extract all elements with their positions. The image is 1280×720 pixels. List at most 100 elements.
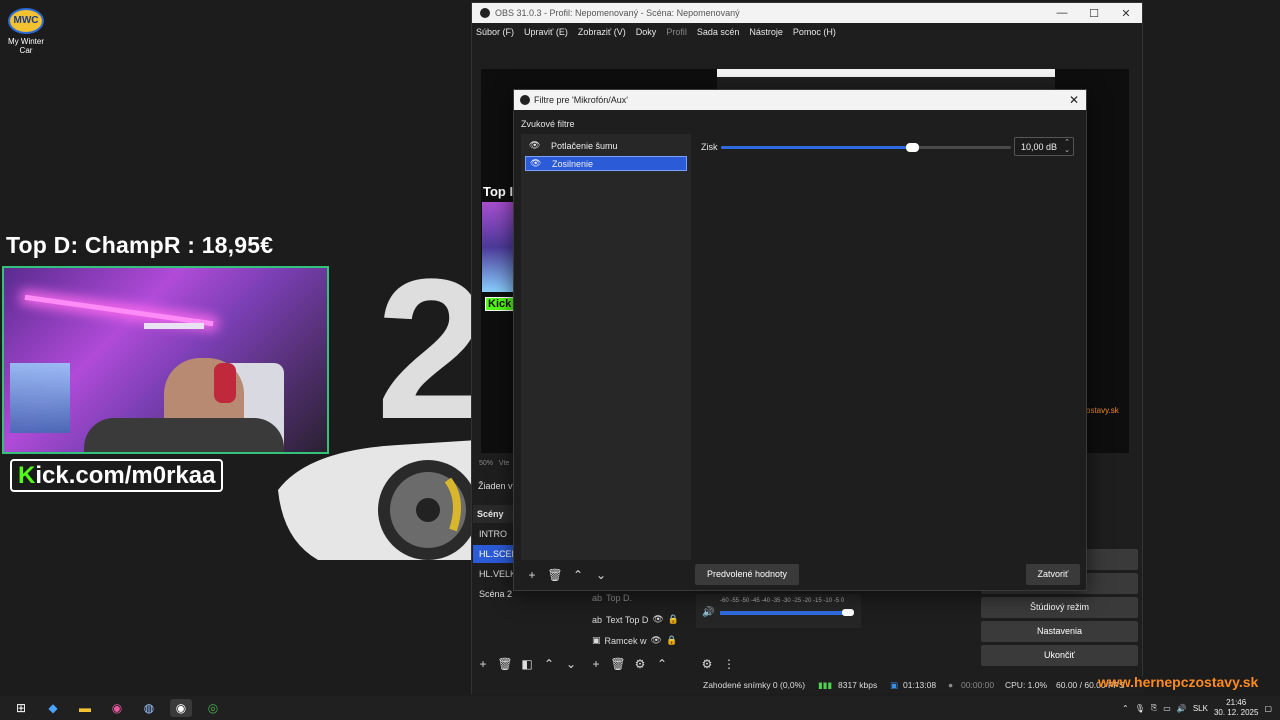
menu-profile[interactable]: Profil xyxy=(666,27,687,37)
mixer-menu-dots-icon[interactable]: ⋮ xyxy=(718,655,740,673)
clock-date: 30. 12. 2025 xyxy=(1213,708,1259,717)
source-label: Text Top D xyxy=(606,614,649,625)
file-explorer-icon[interactable]: ▬ xyxy=(74,699,96,717)
scenes-dock-header: Scény xyxy=(473,505,513,523)
lock-icon[interactable]: 🔒 xyxy=(668,614,679,625)
mixer-toolbar: ⚙ ⋮ xyxy=(696,655,740,673)
scene-item-scena-2[interactable]: Scéna 2 xyxy=(473,585,513,603)
zoom-extra: Vte xyxy=(498,460,510,467)
menu-view[interactable]: Zobraziť (V) xyxy=(578,27,626,37)
stream-icon: ▣ xyxy=(890,680,899,690)
visibility-eye-icon[interactable]: 👁 xyxy=(652,614,663,625)
browser-icon[interactable]: ◉ xyxy=(106,699,128,717)
spin-arrows-icon[interactable]: ⌃ ⌄ xyxy=(1064,139,1070,155)
advanced-audio-gear-icon[interactable]: ⚙ xyxy=(696,655,718,673)
cloud-app-icon[interactable]: ◆ xyxy=(42,699,64,717)
move-filter-up-button[interactable]: ⌃ xyxy=(567,566,589,584)
desktop-shortcut-my-winter-car[interactable]: MWC My Winter Car xyxy=(4,8,48,55)
steam-icon[interactable]: ◍ xyxy=(138,699,160,717)
obs-menubar: Súbor (F) Upraviť (E) Zobraziť (V) Doky … xyxy=(472,23,1142,41)
filter-item-noise-suppression[interactable]: 👁 Potlačenie šumu xyxy=(525,138,687,153)
source-item[interactable]: ab Text Top D 👁 🔒 xyxy=(592,614,679,625)
language-indicator[interactable]: SLK xyxy=(1193,704,1208,713)
gain-spinbox[interactable]: 10,00 dB ⌃ ⌄ xyxy=(1014,137,1074,156)
tray-expand-icon[interactable]: ⌃ xyxy=(1122,704,1129,713)
close-button[interactable]: Zatvoriť xyxy=(1026,564,1080,585)
scene-item-hl-scena[interactable]: HL.SCEN xyxy=(473,545,513,563)
preview-site-label: ostavy.sk xyxy=(1086,406,1119,415)
site-watermark: www.hernepczostavy.sk xyxy=(1098,674,1259,690)
audio-filters-list: 👁 Potlačenie šumu 👁 Zosilnenie xyxy=(521,134,691,560)
notifications-icon[interactable]: ▢ xyxy=(1264,704,1272,713)
network-icon[interactable]: ▭ xyxy=(1163,704,1171,713)
defaults-button[interactable]: Predvolené hodnoty xyxy=(695,564,799,585)
remove-scene-button[interactable]: 🗑 xyxy=(494,655,516,673)
move-scene-down-button[interactable]: ⌄ xyxy=(560,655,582,673)
dropped-frames-text: Zahodené snímky 0 (0,0%) xyxy=(703,680,806,690)
move-source-up-button[interactable]: ⌃ xyxy=(651,655,673,673)
volume-slider-knob[interactable] xyxy=(842,609,854,616)
scene-item-hl-velka[interactable]: HL.VELKA xyxy=(473,565,513,583)
exit-button[interactable]: Ukončiť xyxy=(981,645,1138,666)
cpu-text: CPU: 1.0% xyxy=(1005,680,1048,690)
volume-icon[interactable]: 🔊 xyxy=(1177,704,1187,713)
menu-help[interactable]: Pomoc (H) xyxy=(793,27,836,37)
menu-edit[interactable]: Upraviť (E) xyxy=(524,27,568,37)
scene-filters-button[interactable]: ◧ xyxy=(516,655,538,673)
scenes-toolbar: + 🗑 ◧ ⌃ ⌄ xyxy=(472,655,582,673)
studio-mode-button[interactable]: Štúdiový režim xyxy=(981,597,1138,618)
usb-icon[interactable]: ⎘ xyxy=(1151,703,1157,713)
preview-webcam-thumb xyxy=(482,202,514,292)
taskbar-clock[interactable]: 21:46 30. 12. 2025 xyxy=(1214,698,1258,718)
dialog-titlebar: Filtre pre 'Mikrofón/Aux' ✕ xyxy=(514,90,1086,110)
source-label: Top D. xyxy=(606,593,633,603)
volume-slider-track[interactable] xyxy=(720,611,850,615)
remove-filter-button[interactable]: 🗑 xyxy=(544,566,566,584)
zoom-indicator: 50% Vte xyxy=(479,460,509,467)
source-item[interactable]: ab Top D. xyxy=(592,593,632,603)
source-properties-gear-icon[interactable]: ⚙ xyxy=(629,655,651,673)
obs-window-title: OBS 31.0.3 - Profil: Nepomenovaný - Scén… xyxy=(495,8,740,18)
speaker-icon[interactable]: 🔊 xyxy=(702,607,714,618)
record-time-text: 00:00:00 xyxy=(961,680,995,690)
dialog-close-icon[interactable]: ✕ xyxy=(1062,93,1086,107)
windows-start-icon[interactable]: ⊞ xyxy=(10,699,32,717)
visibility-eye-icon[interactable]: 👁 xyxy=(651,635,662,646)
kick-channel-text: ick.com/m0rkaa xyxy=(35,462,216,489)
maximize-button[interactable]: ☐ xyxy=(1078,7,1110,20)
add-scene-button[interactable]: + xyxy=(472,655,494,673)
filter-label: Zosilnenie xyxy=(552,158,594,169)
settings-button[interactable]: Nastavenia xyxy=(981,621,1138,642)
move-scene-up-button[interactable]: ⌃ xyxy=(538,655,560,673)
preview-nested-obs xyxy=(717,69,1055,89)
microphone-icon[interactable]: 🎙 xyxy=(1135,704,1145,713)
remove-source-button[interactable]: 🗑 xyxy=(607,655,629,673)
filter-item-gain[interactable]: 👁 Zosilnenie xyxy=(525,156,687,171)
obs-taskbar-icon[interactable]: ◉ xyxy=(170,699,192,717)
menu-file[interactable]: Súbor (F) xyxy=(476,27,514,37)
my-winter-car-icon: MWC xyxy=(8,8,44,34)
menu-docks[interactable]: Doky xyxy=(636,27,657,37)
filter-visibility-eye-icon[interactable]: 👁 xyxy=(530,158,542,169)
windows-taskbar: ⊞ ◆ ▬ ◉ ◍ ◉ ◎ ⌃ 🎙 ⎘ ▭ 🔊 SLK 21:46 30. 12… xyxy=(0,696,1280,720)
menu-scene-collection[interactable]: Sada scén xyxy=(697,27,740,37)
add-filter-button[interactable]: + xyxy=(521,566,543,584)
kick-logo-letter: K xyxy=(18,462,36,489)
minimize-button[interactable]: — xyxy=(1046,7,1078,20)
chrome-icon[interactable]: ◎ xyxy=(202,699,224,717)
car-graphic xyxy=(278,440,478,560)
scene-item-intro[interactable]: INTRO xyxy=(473,525,513,543)
menu-tools[interactable]: Nástroje xyxy=(749,27,783,37)
gain-slider-handle[interactable] xyxy=(906,143,920,152)
desktop-shortcut-label-line2: Car xyxy=(19,46,33,56)
kick-channel-banner: Kick.com/m0rkaa xyxy=(10,459,224,492)
no-source-selected-label: Žiaden vy xyxy=(478,481,518,491)
lock-icon[interactable]: 🔒 xyxy=(666,635,677,646)
add-source-button[interactable]: + xyxy=(585,655,607,673)
filter-visibility-eye-icon[interactable]: 👁 xyxy=(529,140,541,151)
move-filter-down-button[interactable]: ⌄ xyxy=(590,566,612,584)
close-window-button[interactable]: ✕ xyxy=(1110,7,1142,20)
gain-slider[interactable] xyxy=(721,143,1011,152)
bitrate-text: 8317 kbps xyxy=(838,680,878,690)
source-item[interactable]: ▣ Ramcek w 👁 🔒 xyxy=(592,635,677,646)
